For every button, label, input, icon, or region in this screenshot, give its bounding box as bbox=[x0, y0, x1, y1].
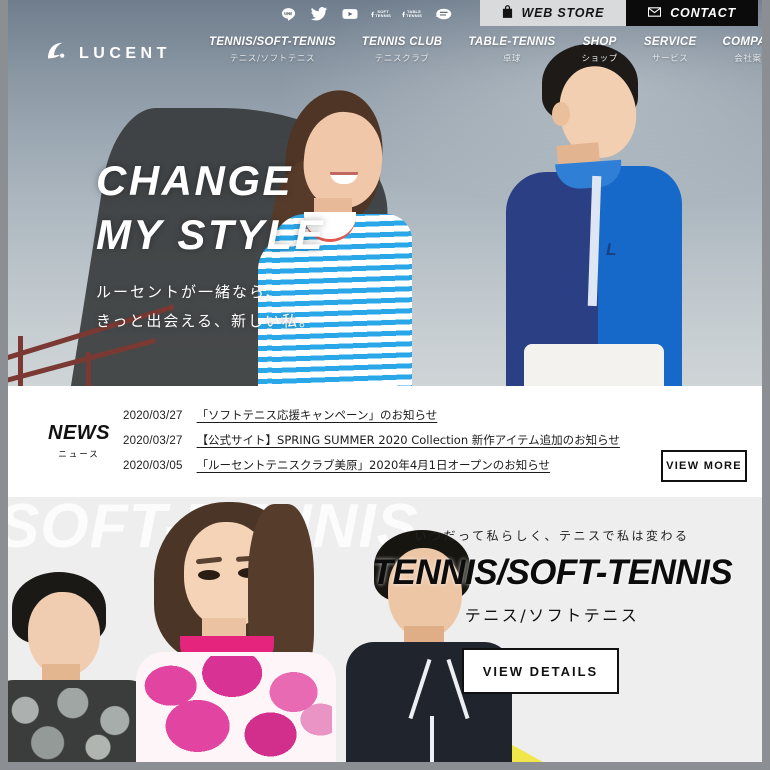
facebook-soft-tennis-label: SOFT TENNIS bbox=[375, 8, 391, 18]
nav-label-jp: テニスクラブ bbox=[374, 54, 430, 64]
nav-label-en: TABLE-TENNIS bbox=[468, 36, 556, 48]
news-item-date: 2020/03/05 bbox=[123, 460, 183, 472]
news-item-date: 2020/03/27 bbox=[123, 410, 183, 422]
page-right-gutter bbox=[762, 0, 770, 770]
tennis-section-lead: いつだって私らしく、テニスで私は変わる bbox=[414, 529, 690, 543]
web-store-label: WEB STORE bbox=[521, 6, 605, 20]
news-item-title[interactable]: 【公式サイト】SPRING SUMMER 2020 Collection 新作ア… bbox=[197, 432, 620, 448]
nav-label-en: TENNIS CLUB bbox=[361, 36, 443, 48]
facebook-table-tennis-icon[interactable]: TABLE TENNIS bbox=[402, 4, 422, 24]
hero-photo-man: L bbox=[486, 44, 716, 386]
tennis-section-heading-en: TENNIS/SOFT-TENNIS bbox=[371, 553, 733, 592]
page-bottom-gutter bbox=[0, 762, 770, 770]
nav-item-service[interactable]: SERVICE サービス bbox=[631, 36, 710, 64]
nav-label-jp: サービス bbox=[651, 54, 689, 64]
line-icon[interactable] bbox=[278, 4, 298, 24]
hero-copy: CHANGE MY STYLE ルーセントが一緒なら、 きっと出会える、新しい私… bbox=[96, 154, 325, 336]
view-details-button[interactable]: VIEW DETAILS bbox=[462, 648, 619, 694]
nav-items: TENNIS/SOFT-TENNIS テニス/ソフトテニス TENNIS CLU… bbox=[196, 36, 770, 64]
hero-railing-post bbox=[86, 352, 91, 386]
facebook-soft-tennis-icon[interactable]: SOFT TENNIS bbox=[371, 4, 391, 24]
nav-label-jp: ショップ bbox=[581, 54, 618, 64]
web-store-button[interactable]: WEB STORE bbox=[479, 0, 627, 26]
nav-item-company[interactable]: COMPANY 会社案内 bbox=[709, 36, 770, 64]
section-photo-man-left bbox=[8, 572, 154, 762]
nav-label-en: SHOP bbox=[582, 36, 617, 48]
news-item-title[interactable]: 「ルーセントテニスクラブ美原」2020年4月1日オープンのお知らせ bbox=[197, 457, 550, 473]
view-more-button[interactable]: VIEW MORE bbox=[661, 450, 747, 482]
news-item[interactable]: 2020/03/05 「ルーセントテニスクラブ美原」2020年4月1日オープンの… bbox=[123, 457, 620, 482]
news-heading-jp: ニュース bbox=[58, 450, 100, 460]
tennis-soft-tennis-section: SOFT-TENNIS いつだって私らしく、テニスで私は変わる TENNIS/S… bbox=[8, 497, 762, 762]
contact-button[interactable]: CONTACT bbox=[626, 0, 758, 26]
section-photo-woman-center bbox=[136, 500, 336, 762]
nav-label-jp: 卓球 bbox=[502, 54, 522, 64]
news-heading-en: NEWS bbox=[48, 422, 110, 444]
page-left-gutter bbox=[0, 0, 8, 770]
top-utility-bar: SOFT TENNIS TABLE TENNIS WEB STORE CONTA… bbox=[0, 0, 770, 28]
hero-subcopy-line2: きっと出会える、新しい私。 bbox=[96, 312, 316, 330]
hero-subcopy: ルーセントが一緒なら、 きっと出会える、新しい私。 bbox=[96, 278, 325, 336]
nav-label-en: TENNIS/SOFT-TENNIS bbox=[209, 36, 336, 48]
lucent-wordmark: LUCENT bbox=[79, 44, 171, 62]
news-heading: NEWS ニュース bbox=[36, 422, 122, 460]
tennis-section-copy: いつだって私らしく、テニスで私は変わる TENNIS/SOFT-TENNIS テ… bbox=[352, 527, 752, 626]
contact-label: CONTACT bbox=[670, 6, 736, 20]
nav-item-shop[interactable]: SHOP ショップ bbox=[568, 36, 630, 64]
bag-icon bbox=[502, 5, 513, 21]
blog-pen-icon[interactable] bbox=[433, 4, 453, 24]
twitter-icon[interactable] bbox=[309, 4, 329, 24]
nav-item-tennis-soft-tennis[interactable]: TENNIS/SOFT-TENNIS テニス/ソフトテニス bbox=[196, 36, 349, 64]
nav-label-en: SERVICE bbox=[643, 36, 697, 48]
main-navigation: LUCENT TENNIS/SOFT-TENNIS テニス/ソフトテニス TEN… bbox=[0, 34, 770, 76]
facebook-table-tennis-label: TABLE TENNIS bbox=[406, 8, 422, 18]
nav-label-jp: テニス/ソフトテニス bbox=[229, 54, 316, 64]
hero-subcopy-line1: ルーセントが一緒なら、 bbox=[96, 283, 284, 301]
nav-item-tennis-club[interactable]: TENNIS CLUB テニスクラブ bbox=[349, 36, 456, 64]
hero-headline-line1: CHANGE bbox=[96, 157, 294, 204]
page-root: L CHANGE MY STYLE ルーセントが一緒なら、 きっと出会える、新し… bbox=[0, 0, 770, 770]
news-item[interactable]: 2020/03/27 【公式サイト】SPRING SUMMER 2020 Col… bbox=[123, 432, 620, 457]
lucent-mark-icon bbox=[44, 40, 70, 67]
news-item[interactable]: 2020/03/27 「ソフトテニス応援キャンペーン」のお知らせ bbox=[123, 407, 620, 432]
social-links: SOFT TENNIS TABLE TENNIS bbox=[278, 4, 453, 24]
news-list: 2020/03/27 「ソフトテニス応援キャンペーン」のお知らせ 2020/03… bbox=[123, 407, 620, 482]
news-section: NEWS ニュース 2020/03/27 「ソフトテニス応援キャンペーン」のお知… bbox=[8, 386, 762, 497]
nav-item-table-tennis[interactable]: TABLE-TENNIS 卓球 bbox=[455, 36, 568, 64]
youtube-icon[interactable] bbox=[340, 4, 360, 24]
top-action-buttons: WEB STORE CONTACT bbox=[479, 0, 758, 26]
mail-icon bbox=[648, 6, 662, 20]
hero-headline-line2: MY STYLE bbox=[96, 211, 326, 258]
hero-railing-post bbox=[18, 336, 23, 386]
tennis-section-heading-jp: テニス/ソフトテニス bbox=[464, 606, 640, 625]
site-logo[interactable]: LUCENT bbox=[44, 40, 171, 67]
news-item-title[interactable]: 「ソフトテニス応援キャンペーン」のお知らせ bbox=[197, 407, 438, 423]
news-item-date: 2020/03/27 bbox=[123, 435, 183, 447]
